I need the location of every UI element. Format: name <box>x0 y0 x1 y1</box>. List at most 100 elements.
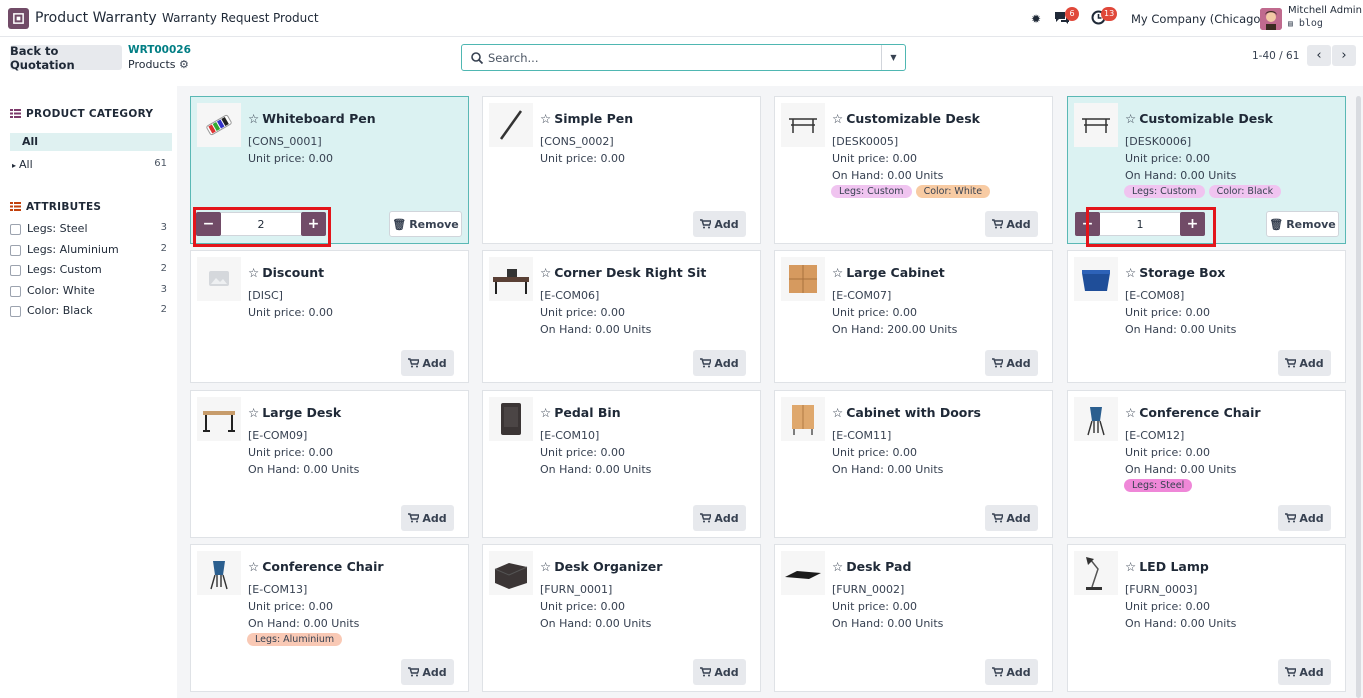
product-card[interactable]: ☆ Storage Box [E-COM08] Unit price: 0.00 On … <box>1067 250 1346 383</box>
favorite-star-icon[interactable]: ☆ <box>540 111 551 126</box>
product-card[interactable]: ☆ Corner Desk Right Sit [E-COM06] Unit pric… <box>482 250 761 383</box>
add-button[interactable]: Add <box>401 505 454 531</box>
desk-image <box>781 103 825 147</box>
menu-product[interactable]: Product <box>273 11 319 25</box>
category-count: 61 <box>154 158 167 169</box>
favorite-star-icon[interactable]: ☆ <box>1125 265 1136 280</box>
product-card[interactable]: ☆ Conference Chair [E-COM12] Unit price: 0.… <box>1067 390 1346 538</box>
product-card[interactable]: ☆ Pedal Bin [E-COM10] Unit price: 0.00 On Ha… <box>482 390 761 538</box>
favorite-star-icon[interactable]: ☆ <box>248 265 259 280</box>
favorite-star-icon[interactable]: ☆ <box>540 559 551 574</box>
add-button[interactable]: Add <box>1278 659 1331 685</box>
chair-image <box>1074 397 1118 441</box>
attribute-legs-steel[interactable]: Legs: Steel 3 <box>10 222 167 238</box>
product-card[interactable]: ☆ Conference Chair [E-COM13] Unit price: 0.… <box>190 544 469 692</box>
add-button[interactable]: Add <box>693 659 746 685</box>
add-label: Add <box>422 356 447 370</box>
add-button[interactable]: Add <box>985 211 1038 237</box>
breadcrumb-link[interactable]: WRT00026 <box>128 44 191 56</box>
product-card[interactable]: ☆ Whiteboard Pen [CONS_0001] Unit price: 0.… <box>190 96 469 247</box>
product-unit-price: Unit price: 0.00 <box>832 152 917 165</box>
scrollbar[interactable] <box>1356 96 1361 698</box>
add-button[interactable]: Add <box>1278 350 1331 376</box>
product-card[interactable]: ☆ Simple Pen [CONS_0002] Unit price: 0.00 A… <box>482 96 761 244</box>
product-image <box>781 103 825 147</box>
product-image <box>197 551 241 595</box>
product-card[interactable]: ☆ Customizable Desk [DESK0005] Unit price: … <box>774 96 1053 244</box>
add-label: Add <box>1006 356 1031 370</box>
checkbox[interactable] <box>10 224 21 235</box>
favorite-star-icon[interactable]: ☆ <box>540 405 551 420</box>
favorite-star-icon[interactable]: ☆ <box>248 559 259 574</box>
product-card[interactable]: ☆ Cabinet with Doors [E-COM11] Unit price: … <box>774 390 1053 538</box>
product-image <box>489 103 533 147</box>
product-card[interactable]: ☆ Desk Organizer [FURN_0001] Unit price: 0.… <box>482 544 761 692</box>
product-image <box>781 551 825 595</box>
user-avatar[interactable] <box>1260 8 1282 30</box>
product-on-hand: On Hand: 0.00 Units <box>540 323 652 336</box>
checkbox[interactable] <box>10 306 21 317</box>
product-name: ☆ LED Lamp <box>1125 559 1209 574</box>
caret-right-icon[interactable]: ▸ <box>12 161 16 170</box>
remove-button[interactable]: 🗑 Remove <box>389 211 462 237</box>
cart-icon <box>1285 667 1297 677</box>
category-item-all[interactable]: ▸ All 61 <box>12 158 167 171</box>
favorite-star-icon[interactable]: ☆ <box>248 111 259 126</box>
add-button[interactable]: Add <box>985 505 1038 531</box>
checkbox[interactable] <box>10 286 21 297</box>
pager-next-button[interactable]: › <box>1332 45 1356 66</box>
app-icon[interactable] <box>8 8 29 29</box>
product-card[interactable]: ☆ Large Cabinet [E-COM07] Unit price: 0.00 O… <box>774 250 1053 383</box>
product-card[interactable]: ☆ Discount [DISC] Unit price: 0.00 Add <box>190 250 469 383</box>
add-button[interactable]: Add <box>985 659 1038 685</box>
product-on-hand: On Hand: 0.00 Units <box>1125 169 1237 182</box>
favorite-star-icon[interactable]: ☆ <box>1125 111 1136 126</box>
checkbox[interactable] <box>10 245 21 256</box>
product-card[interactable]: ☆ LED Lamp [FURN_0003] Unit price: 0.00 On H… <box>1067 544 1346 692</box>
favorite-star-icon[interactable]: ☆ <box>540 265 551 280</box>
product-card[interactable]: ☆ Desk Pad [FURN_0002] Unit price: 0.00 On H… <box>774 544 1053 692</box>
product-card[interactable]: ☆ Customizable Desk [DESK0006] Unit price: … <box>1067 96 1346 247</box>
search-input[interactable] <box>488 49 878 67</box>
add-button[interactable]: Add <box>985 350 1038 376</box>
product-name-text: Large Cabinet <box>846 265 945 280</box>
add-button[interactable]: Add <box>693 505 746 531</box>
add-button[interactable]: Add <box>1278 505 1331 531</box>
product-name: ☆ Customizable Desk <box>1125 111 1273 126</box>
product-unit-price: Unit price: 0.00 <box>832 600 917 613</box>
product-card[interactable]: ☆ Large Desk [E-COM09] Unit price: 0.00 On H… <box>190 390 469 538</box>
favorite-star-icon[interactable]: ☆ <box>832 559 843 574</box>
app-name[interactable]: Product Warranty <box>35 10 157 26</box>
gear-icon[interactable]: ⚙ <box>179 58 189 71</box>
attribute-count: 2 <box>160 243 167 254</box>
pager-value[interactable]: 1-40 / 61 <box>1252 50 1299 62</box>
menu-warranty-request[interactable]: Warranty Request <box>162 11 269 25</box>
search-dropdown-toggle[interactable]: ▼ <box>881 45 905 70</box>
company-switcher[interactable]: My Company (Chicago) <box>1131 12 1265 26</box>
product-code: [FURN_0002] <box>832 583 905 596</box>
bug-icon[interactable]: ✹ <box>1031 12 1041 26</box>
back-to-quotation-button[interactable]: Back to Quotation <box>10 44 122 72</box>
add-button[interactable]: Add <box>693 350 746 376</box>
attribute-color-black[interactable]: Color: Black 2 <box>10 304 167 320</box>
favorite-star-icon[interactable]: ☆ <box>1125 405 1136 420</box>
favorite-star-icon[interactable]: ☆ <box>832 265 843 280</box>
product-name: ☆ Corner Desk Right Sit <box>540 265 706 280</box>
attribute-legs-aluminium[interactable]: Legs: Aluminium 2 <box>10 243 167 259</box>
add-button[interactable]: Add <box>401 659 454 685</box>
add-button[interactable]: Add <box>693 211 746 237</box>
favorite-star-icon[interactable]: ☆ <box>832 405 843 420</box>
favorite-star-icon[interactable]: ☆ <box>248 405 259 420</box>
attribute-legs-custom[interactable]: Legs: Custom 2 <box>10 263 167 279</box>
pager-previous-button[interactable]: ‹ <box>1307 45 1331 66</box>
remove-button[interactable]: 🗑 Remove <box>1266 211 1339 237</box>
search-bar[interactable]: ▼ <box>461 44 906 71</box>
favorite-star-icon[interactable]: ☆ <box>1125 559 1136 574</box>
add-button[interactable]: Add <box>401 350 454 376</box>
checkbox[interactable] <box>10 265 21 276</box>
user-name[interactable]: Mitchell Admin <box>1288 5 1362 16</box>
attribute-color-white[interactable]: Color: White 3 <box>10 284 167 300</box>
category-all-active[interactable]: All <box>10 133 172 151</box>
favorite-star-icon[interactable]: ☆ <box>832 111 843 126</box>
product-name-text: Conference Chair <box>262 559 384 574</box>
